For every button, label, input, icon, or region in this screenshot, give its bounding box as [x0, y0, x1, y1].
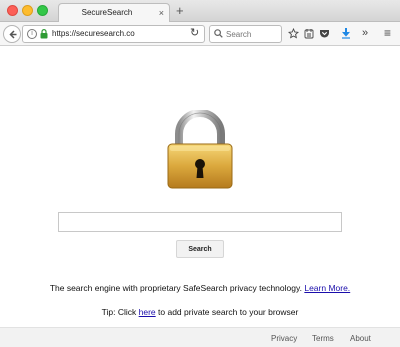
- browser-search-box[interactable]: [209, 25, 282, 43]
- star-icon[interactable]: [288, 28, 299, 39]
- tagline-text: The search engine with proprietary SafeS…: [49, 283, 302, 293]
- search-icon: [214, 29, 223, 38]
- info-icon[interactable]: i: [27, 29, 37, 39]
- privacy-link[interactable]: Privacy: [271, 334, 297, 343]
- title-bar: SecureSearch × +: [0, 0, 400, 23]
- learn-more-link[interactable]: Learn More.: [304, 283, 350, 293]
- menu-icon[interactable]: ≡: [384, 27, 391, 39]
- about-link[interactable]: About: [350, 334, 371, 343]
- terms-link[interactable]: Terms: [312, 334, 334, 343]
- tip-suffix: to add private search to your browser: [158, 307, 299, 317]
- footer: Privacy Terms About: [0, 327, 400, 347]
- reading-list-icon[interactable]: [304, 28, 314, 39]
- tip-text: Tip: Click here to add private search to…: [0, 307, 400, 317]
- zoom-window-button[interactable]: [37, 5, 48, 16]
- reload-icon[interactable]: ↻: [190, 26, 199, 39]
- add-extension-link[interactable]: here: [139, 307, 156, 317]
- tip-prefix: Tip: Click: [101, 307, 137, 317]
- pocket-icon[interactable]: [319, 28, 330, 39]
- tagline: The search engine with proprietary SafeS…: [0, 283, 400, 293]
- close-window-button[interactable]: [7, 5, 18, 16]
- tab-title: SecureSearch: [81, 8, 133, 17]
- browser-tab[interactable]: SecureSearch ×: [58, 3, 170, 23]
- url-text: https://securesearch.co: [52, 29, 135, 38]
- navigation-bar: i https://securesearch.co: [0, 22, 400, 46]
- address-bar[interactable]: i https://securesearch.co: [22, 25, 205, 43]
- download-icon[interactable]: [341, 27, 351, 39]
- new-tab-button[interactable]: +: [176, 4, 184, 17]
- minimize-window-button[interactable]: [22, 5, 33, 16]
- main-search-input[interactable]: [58, 212, 342, 232]
- back-arrow-icon: [9, 30, 17, 39]
- padlock-icon: [167, 110, 233, 189]
- secure-lock-icon: [40, 29, 48, 39]
- tab-close-icon[interactable]: ×: [159, 7, 164, 19]
- back-button[interactable]: [3, 25, 21, 43]
- browser-search-input[interactable]: [226, 28, 280, 40]
- search-button[interactable]: Search: [176, 240, 224, 258]
- more-tools-button[interactable]: »: [362, 27, 368, 39]
